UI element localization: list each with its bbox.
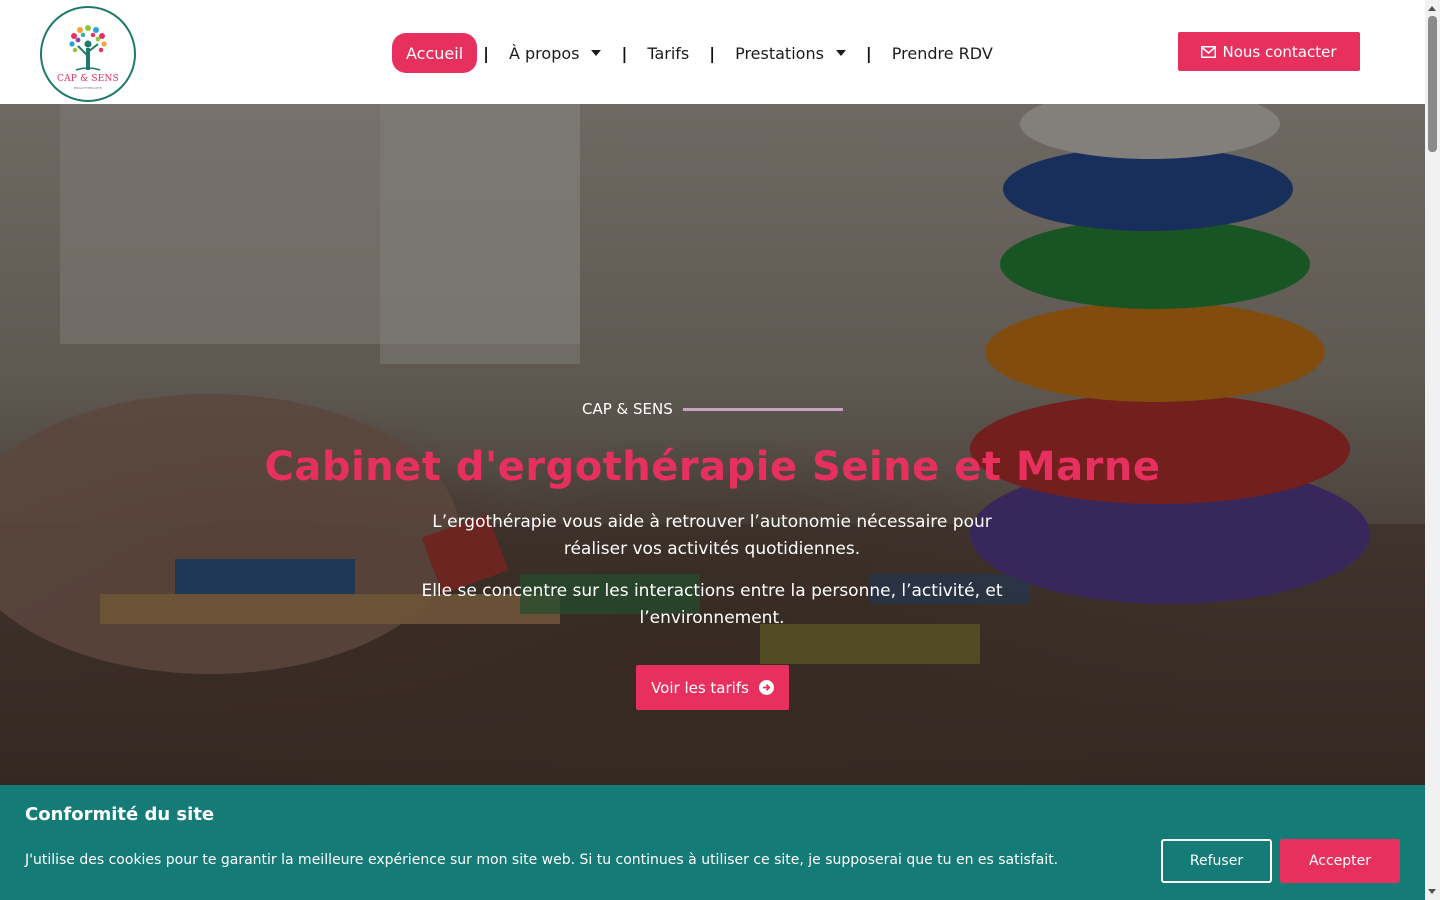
voir-tarifs-label: Voir les tarifs [651,678,749,697]
cookie-title: Conformité du site [25,804,215,825]
nav-item-prendre-rdv[interactable]: Prendre RDV [878,33,1007,73]
nav-separator: | [621,43,628,63]
scrollbar-thumb[interactable] [1428,16,1437,152]
nav-separator: | [709,43,716,63]
envelope-icon [1201,45,1217,58]
cookie-banner: Conformité du site J'utilise des cookies… [0,785,1425,900]
nav-label: Tarifs [647,43,690,63]
refuse-cookies-button[interactable]: Refuser [1161,839,1272,883]
hero-section: CAP & SENS Cabinet d'ergothérapie Seine … [0,104,1425,785]
accept-cookies-button[interactable]: Accepter [1280,839,1400,883]
nav-label: À propos [508,43,580,63]
caret-down-icon[interactable] [591,50,602,56]
nav-item-a-propos[interactable]: À propos [495,33,615,73]
tree-logo-icon [69,25,107,71]
site-header: CAP & SENS ERGOTHÉRAPIE Accueil | À prop… [0,0,1425,104]
nav-item-accueil[interactable]: Accueil [392,33,478,73]
contact-button[interactable]: Nous contacter [1178,32,1360,71]
nav-item-tarifs[interactable]: Tarifs [633,33,703,73]
caret-down-icon[interactable] [835,50,846,56]
hero-paragraph-2: Elle se concentre sur les interactions e… [421,581,1003,628]
scroll-up-icon[interactable] [1428,6,1436,11]
scroll-down-icon[interactable] [1428,889,1436,894]
hero-eyebrow-text: CAP & SENS [582,400,673,418]
voir-tarifs-button[interactable]: Voir les tarifs [636,665,789,710]
site-logo[interactable]: CAP & SENS ERGOTHÉRAPIE [40,6,136,102]
nav-separator: | [483,43,489,63]
logo-title: CAP & SENS [57,74,119,84]
page-scrollbar[interactable] [1425,0,1440,900]
nav-label: Prestations [735,43,824,63]
nav-item-prestations[interactable]: Prestations [721,33,860,73]
hero-eyebrow: CAP & SENS [582,400,843,418]
nav-separator: | [865,43,872,63]
nav-label: Accueil [406,43,464,63]
eyebrow-divider [682,407,843,411]
hero-paragraph-1: L’ergothérapie vous aide à retrouver l’a… [432,512,992,559]
logo-subtitle: ERGOTHÉRAPIE [73,86,103,90]
main-nav: Accueil | À propos | Tarifs | Prestation… [392,33,1007,73]
hero-content: CAP & SENS Cabinet d'ergothérapie Seine … [0,104,1425,785]
arrow-circle-right-icon [758,680,774,695]
hero-title: Cabinet d'ergothérapie Seine et Marne [264,444,1161,490]
cookie-text: J'utilise des cookies pour te garantir l… [25,852,1059,868]
nav-label: Prendre RDV [891,43,993,63]
contact-button-label: Nous contacter [1222,42,1337,61]
